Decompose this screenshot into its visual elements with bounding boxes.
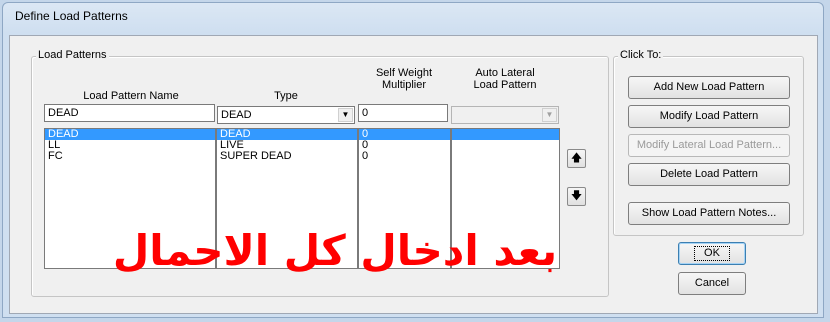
move-up-button[interactable]: 🡅 <box>567 149 586 168</box>
show-load-pattern-notes-button[interactable]: Show Load Pattern Notes... <box>628 202 790 225</box>
click-to-legend: Click To: <box>618 49 664 61</box>
load-pattern-name-input[interactable]: DEAD <box>44 104 215 122</box>
modify-load-pattern-button[interactable]: Modify Load Pattern <box>628 105 790 128</box>
header-auto-lateral-line2: Load Pattern <box>473 79 537 91</box>
list-item[interactable]: DEAD <box>45 129 215 140</box>
list-item[interactable] <box>452 129 559 140</box>
list-item[interactable] <box>452 151 559 162</box>
delete-load-pattern-button[interactable]: Delete Load Pattern <box>628 163 790 186</box>
list-item[interactable]: 0 <box>359 129 450 140</box>
header-load-pattern-name: Load Pattern Name <box>83 90 179 102</box>
header-self-weight: Self Weight Multiplier <box>358 67 450 91</box>
dialog-client-area: Load Patterns Load Pattern Name Type Sel… <box>9 35 818 314</box>
list-item[interactable] <box>452 140 559 151</box>
ok-button-label: OK <box>694 246 730 261</box>
header-self-weight-line2: Multiplier <box>381 79 426 91</box>
add-new-load-pattern-button[interactable]: Add New Load Pattern <box>628 76 790 99</box>
modify-lateral-load-pattern-button: Modify Lateral Load Pattern... <box>628 134 790 157</box>
auto-lateral-select: ▼ <box>451 106 559 124</box>
move-down-button[interactable]: 🡇 <box>567 187 586 206</box>
down-arrow-icon: 🡇 <box>570 190 583 202</box>
window-frame: Define Load Patterns Load Patterns Load … <box>0 0 830 322</box>
list-item[interactable]: 0 <box>359 151 450 162</box>
load-patterns-legend: Load Patterns <box>36 49 109 61</box>
ok-button[interactable]: OK <box>678 242 746 265</box>
list-item[interactable]: FC <box>45 151 215 162</box>
header-type: Type <box>274 90 298 102</box>
header-self-weight-line1: Self Weight <box>375 67 433 79</box>
cancel-button[interactable]: Cancel <box>678 272 746 295</box>
arabic-annotation: بعد ادخال كل الاحمال <box>112 226 558 275</box>
list-item[interactable]: LL <box>45 140 215 151</box>
list-item[interactable]: SUPER DEAD <box>217 151 357 162</box>
self-weight-multiplier-input[interactable]: 0 <box>358 104 448 122</box>
chevron-down-icon[interactable]: ▼ <box>338 108 353 122</box>
type-select[interactable]: DEAD ▼ <box>217 106 355 124</box>
up-arrow-icon: 🡅 <box>570 152 583 164</box>
type-select-value: DEAD <box>221 109 252 121</box>
window-title: Define Load Patterns <box>15 9 128 23</box>
chevron-down-icon: ▼ <box>542 108 557 122</box>
header-auto-lateral: Auto Lateral Load Pattern <box>450 67 560 91</box>
header-auto-lateral-line1: Auto Lateral <box>475 67 535 79</box>
list-item[interactable]: 0 <box>359 140 450 151</box>
